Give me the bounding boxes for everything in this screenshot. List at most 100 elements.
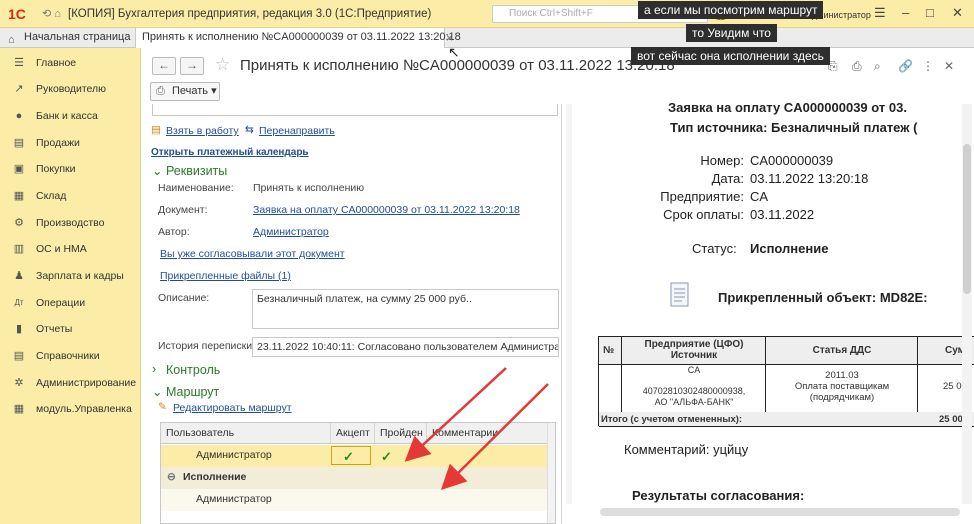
requisites-collapse-icon[interactable]: ⌄ (152, 163, 162, 178)
sidebar-item-module[interactable]: ▦ модуль.Управленка (0, 396, 141, 422)
caption-1: а если мы посмотрим маршрут (638, 1, 824, 19)
mouse-cursor-icon: ↖ (448, 44, 460, 60)
sidebar-item-assets[interactable]: ▥ ОС и НМА (0, 236, 141, 262)
calendar-link[interactable]: Открыть платежный календарь (151, 147, 309, 158)
tab-document[interactable]: Принять к исполнению №CA000000039 от 03.… (135, 28, 461, 49)
preview-cell-article: 2011.03 Оплата поставщикам (подрядчикам) (794, 370, 890, 403)
files-link[interactable]: Прикрепленные файлы (1) (160, 270, 291, 282)
redirect-link[interactable]: Перенаправить (259, 125, 335, 137)
sidebar-item-reports[interactable]: ▮ Отчеты (0, 316, 141, 342)
grid-icon: ▦ (13, 403, 25, 415)
tab-home-label: Начальная страница (24, 31, 131, 43)
requisites-header[interactable]: Реквизиты (166, 164, 227, 178)
table-row[interactable]: Администратор (161, 489, 547, 511)
col-accept[interactable]: Акцепт (331, 423, 375, 444)
tab-close-icon[interactable]: × (446, 31, 453, 45)
preview-col-no: № (603, 345, 615, 356)
group-label: Исполнение (183, 471, 247, 483)
preview-scroll-left[interactable] (566, 104, 572, 504)
preview-results: Результаты согласования: (632, 488, 805, 503)
sidebar-item-salary[interactable]: ♟ Зарплата и кадры (0, 263, 141, 289)
control-expand-icon[interactable]: › (152, 362, 156, 376)
col-user[interactable]: Пользователь (161, 423, 331, 444)
tab-document-label: Принять к исполнению №CA000000039 от 03.… (142, 31, 461, 43)
description-field[interactable]: Безналичный платеж, на сумму 25 000 руб.… (252, 289, 559, 329)
sidebar-item-sales[interactable]: ▤ Продажи (0, 130, 141, 156)
edit-route-icon: ✎ (158, 401, 167, 413)
print-icon[interactable]: ⎙ (852, 59, 862, 74)
sidebar: ☰ Главное ↗ Руководителю ● Банк и касса ▤ Пр… (0, 48, 141, 524)
edit-route-link[interactable]: Редактировать маршрут (173, 402, 292, 414)
table-group-row[interactable]: ⊖ Исполнение (161, 467, 547, 489)
close-doc-icon[interactable]: ✕ (944, 59, 954, 73)
print-preview: Заявка на оплату CA000000039 от 03. Тип … (576, 96, 974, 524)
description-label: Описание: (158, 292, 210, 304)
row-user: Администратор (196, 449, 272, 461)
preview-table: № Предприятие (ЦФО) Источник Статья ДДС … (598, 336, 974, 427)
minimize-icon[interactable]: – (902, 5, 909, 20)
settings-menu-icon[interactable]: ☰ (874, 5, 886, 21)
history-label: История переписки: (158, 340, 256, 352)
catalogs-icon: ▤ (13, 350, 25, 362)
panel-splitter[interactable] (561, 104, 562, 524)
preview-total-value: 25 00 (939, 414, 963, 425)
preview-company-label: Предприятие: (660, 189, 744, 204)
preview-hscrollbar[interactable] (600, 508, 960, 516)
take-work-icon: ▤ (151, 124, 161, 136)
print-button[interactable]: ⎙ Печать ▾ (150, 82, 220, 101)
take-work-link[interactable]: Взять в работу (166, 125, 239, 137)
preview-vscrollbar[interactable] (962, 104, 972, 504)
route-collapse-icon[interactable]: ⌄ (152, 384, 162, 399)
sidebar-item-bank[interactable]: ● Банк и касса (0, 103, 141, 129)
operations-icon: Дт (14, 298, 24, 307)
link-icon[interactable]: 🔗 (898, 59, 913, 73)
row-user: Администратор (196, 493, 272, 505)
col-passed[interactable]: Пройден (375, 423, 427, 444)
sidebar-item-warehouse[interactable]: ▦ Склад (0, 183, 141, 209)
col-comments[interactable]: Комментарии (427, 423, 547, 444)
back-button[interactable]: ← (152, 57, 176, 75)
control-header[interactable]: Контроль (166, 363, 220, 377)
preview-date-label: Дата: (711, 171, 744, 186)
close-icon[interactable]: ✕ (952, 5, 963, 21)
favorite-star-icon[interactable]: ☆ (215, 55, 230, 75)
sidebar-item-main[interactable]: ☰ Главное (0, 50, 141, 76)
document-icon[interactable] (670, 282, 690, 308)
forward-button[interactable]: → (180, 57, 204, 75)
sidebar-item-admin[interactable]: ✲ Администрирование (0, 370, 141, 396)
agreed-link[interactable]: Вы уже согласовывали этот документ (160, 248, 345, 260)
preview-number-label: Номер: (700, 153, 744, 168)
sidebar-item-manager[interactable]: ↗ Руководителю (0, 76, 141, 102)
document-link[interactable]: Заявка на оплату CA000000039 от 03.11.20… (253, 204, 520, 216)
more-icon[interactable]: ⋮ (922, 59, 934, 73)
menu-icon: ☰ (14, 57, 24, 69)
bank-icon: ● (15, 110, 23, 122)
grid-scrollbar[interactable] (547, 423, 555, 523)
staff-icon: ♟ (14, 270, 24, 282)
preview-attached: Прикрепленный объект: MD82E: (718, 290, 928, 305)
nav-history-icon[interactable]: ⟲ ⌂ (42, 7, 61, 20)
preview-cell-company: CA 40702810302480000938, АО "АЛЬФА-БАНК" (642, 365, 746, 407)
author-link[interactable]: Администратор (253, 226, 329, 238)
route-header[interactable]: Маршрут (166, 385, 219, 399)
sidebar-item-catalogs[interactable]: ▤ Справочники (0, 343, 141, 369)
warehouse-icon: ▦ (13, 190, 25, 202)
name-label: Наименование: (158, 182, 234, 194)
group-collapse-icon[interactable]: ⊖ (167, 467, 176, 488)
accept-check-icon: ✓ (343, 449, 354, 464)
preview-due: 03.11.2022 (750, 207, 815, 222)
table-row[interactable]: Администратор ✓ ✓ (161, 445, 547, 467)
history-field[interactable]: 23.11.2022 10:40:11: Согласовано пользов… (252, 337, 559, 357)
search-doc-icon[interactable]: ⌕ (874, 59, 881, 74)
sidebar-item-operations[interactable]: Дт Операции (0, 290, 141, 316)
name-value: Принять к исполнению (253, 182, 365, 194)
sidebar-item-production[interactable]: ⚙ Производство (0, 210, 141, 236)
sidebar-item-purchases[interactable]: ▣ Покупки (0, 156, 141, 182)
sales-icon: ▤ (13, 137, 25, 149)
preview-col-article: Статья ДДС (812, 345, 872, 356)
document-label: Документ: (158, 204, 208, 216)
chart-icon: ↗ (14, 83, 24, 95)
tab-home[interactable]: ⌂ Начальная страница (0, 28, 132, 48)
preview-col-company: Предприятие (ЦФО) Источник (644, 339, 744, 361)
maximize-icon[interactable]: □ (926, 5, 934, 20)
